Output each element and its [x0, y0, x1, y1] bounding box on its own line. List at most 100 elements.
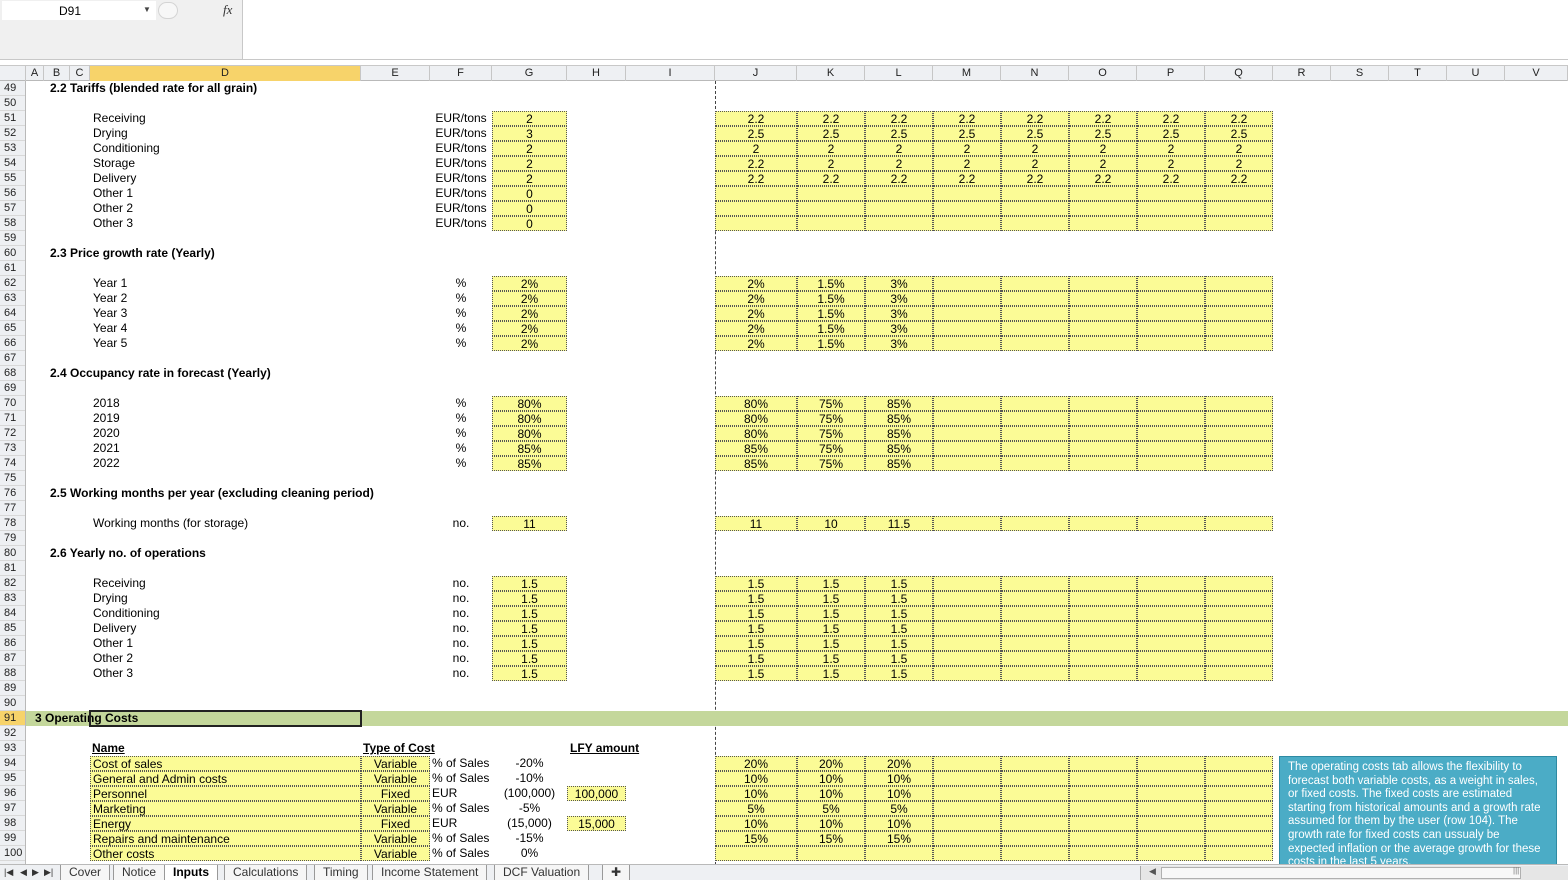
scenario-cell[interactable]	[1205, 396, 1273, 411]
scenario-cell[interactable]: 85%	[865, 456, 933, 471]
column-header-f[interactable]: F	[430, 66, 492, 81]
row-header[interactable]: 78	[0, 516, 25, 531]
scenario-cell[interactable]: 75%	[797, 396, 865, 411]
scenario-cell[interactable]	[1137, 456, 1205, 471]
worksheet-grid[interactable]: 2.2 Tariffs (blended rate for all grain)…	[26, 81, 1568, 865]
scenario-cell[interactable]: 2.2	[865, 111, 933, 126]
scenario-cell[interactable]	[1069, 186, 1137, 201]
scenario-cell[interactable]	[1137, 306, 1205, 321]
scenario-cell[interactable]	[1137, 396, 1205, 411]
scenario-cell[interactable]	[1069, 276, 1137, 291]
scenario-cell[interactable]: 2	[1205, 156, 1273, 171]
scenario-cell[interactable]	[1205, 606, 1273, 621]
scenario-cell[interactable]	[1069, 336, 1137, 351]
scenario-cell[interactable]: 1.5%	[797, 291, 865, 306]
scenario-cell[interactable]	[1001, 516, 1069, 531]
input-cell[interactable]: 1.5	[492, 576, 567, 591]
scenario-cell[interactable]: 15%	[715, 831, 797, 846]
scenario-cell[interactable]	[933, 276, 1001, 291]
scenario-cell[interactable]	[1137, 426, 1205, 441]
scenario-cell[interactable]	[1137, 216, 1205, 231]
row-header[interactable]: 94	[0, 756, 25, 771]
scenario-cell[interactable]: 85%	[865, 396, 933, 411]
scenario-cell[interactable]	[1205, 216, 1273, 231]
scenario-cell[interactable]: 5%	[865, 801, 933, 816]
scenario-cell[interactable]	[1001, 396, 1069, 411]
scenario-cell[interactable]	[1137, 291, 1205, 306]
column-header-b[interactable]: B	[44, 66, 70, 81]
row-header[interactable]: 84	[0, 606, 25, 621]
scenario-cell[interactable]: 3%	[865, 276, 933, 291]
sheet-tab-inputs[interactable]: Inputs	[164, 865, 218, 880]
scenario-cell[interactable]	[1001, 591, 1069, 606]
scenario-cell[interactable]	[1069, 666, 1137, 681]
scenario-cell[interactable]	[1001, 771, 1069, 786]
row-header[interactable]: 92	[0, 726, 25, 741]
scenario-cell[interactable]	[1001, 816, 1069, 831]
chevron-down-icon[interactable]: ▼	[143, 5, 151, 14]
row-header[interactable]: 66	[0, 336, 25, 351]
scenario-cell[interactable]	[933, 591, 1001, 606]
scenario-cell[interactable]	[1001, 666, 1069, 681]
scenario-cell[interactable]: 3%	[865, 306, 933, 321]
scenario-cell[interactable]: 1.5	[865, 576, 933, 591]
cost-name-cell[interactable]: Cost of sales	[90, 756, 361, 771]
scenario-cell[interactable]	[1069, 216, 1137, 231]
scenario-cell[interactable]: 10%	[797, 771, 865, 786]
row-header[interactable]: 80	[0, 546, 25, 561]
scenario-cell[interactable]	[933, 426, 1001, 441]
cost-name-cell[interactable]: Energy	[90, 816, 361, 831]
scenario-cell[interactable]	[715, 216, 797, 231]
scenario-cell[interactable]: 1.5	[797, 666, 865, 681]
row-header[interactable]: 89	[0, 681, 25, 696]
input-cell[interactable]: 3	[492, 126, 567, 141]
first-sheet-icon[interactable]: |◀	[4, 865, 13, 880]
scenario-cell[interactable]	[1205, 636, 1273, 651]
scenario-cell[interactable]	[1001, 846, 1069, 861]
input-cell[interactable]: 2%	[492, 336, 567, 351]
scenario-cell[interactable]: 1.5	[715, 636, 797, 651]
scenario-cell[interactable]	[715, 846, 797, 861]
row-header[interactable]: 55	[0, 171, 25, 186]
sheet-tab-cover[interactable]: Cover	[60, 865, 111, 880]
scenario-cell[interactable]: 2.2	[1205, 111, 1273, 126]
scenario-cell[interactable]: 5%	[797, 801, 865, 816]
scenario-cell[interactable]	[1137, 816, 1205, 831]
column-header-r[interactable]: R	[1273, 66, 1331, 81]
scenario-cell[interactable]: 1.5	[865, 606, 933, 621]
scenario-cell[interactable]	[1001, 756, 1069, 771]
scenario-cell[interactable]	[1205, 321, 1273, 336]
row-header[interactable]: 50	[0, 96, 25, 111]
scenario-cell[interactable]	[1205, 456, 1273, 471]
scenario-cell[interactable]: 1.5	[797, 651, 865, 666]
input-cell[interactable]: 2	[492, 171, 567, 186]
scenario-cell[interactable]: 1.5	[865, 651, 933, 666]
scenario-cell[interactable]	[1069, 321, 1137, 336]
next-sheet-icon[interactable]: ▶	[32, 865, 39, 880]
row-header[interactable]: 81	[0, 561, 25, 576]
scenario-cell[interactable]: 2.5	[1137, 126, 1205, 141]
scenario-cell[interactable]	[1069, 396, 1137, 411]
scenario-cell[interactable]	[1205, 411, 1273, 426]
scenario-cell[interactable]	[1205, 441, 1273, 456]
scenario-cell[interactable]	[933, 516, 1001, 531]
scenario-cell[interactable]	[1137, 846, 1205, 861]
scenario-cell[interactable]: 2	[1205, 141, 1273, 156]
scenario-cell[interactable]: 15%	[797, 831, 865, 846]
scenario-cell[interactable]: 2%	[715, 336, 797, 351]
scenario-cell[interactable]: 80%	[715, 396, 797, 411]
input-cell[interactable]: 80%	[492, 411, 567, 426]
scenario-cell[interactable]: 1.5	[797, 606, 865, 621]
column-header-a[interactable]: A	[26, 66, 44, 81]
scenario-cell[interactable]	[1069, 441, 1137, 456]
row-header[interactable]: 74	[0, 456, 25, 471]
row-header[interactable]: 96	[0, 786, 25, 801]
scenario-cell[interactable]: 2.2	[865, 171, 933, 186]
scenario-cell[interactable]	[933, 576, 1001, 591]
input-cell[interactable]: 80%	[492, 396, 567, 411]
scenario-cell[interactable]: 1.5	[715, 576, 797, 591]
scenario-cell[interactable]: 1.5%	[797, 276, 865, 291]
scenario-cell[interactable]	[1205, 291, 1273, 306]
scenario-cell[interactable]	[1001, 186, 1069, 201]
row-header[interactable]: 85	[0, 621, 25, 636]
